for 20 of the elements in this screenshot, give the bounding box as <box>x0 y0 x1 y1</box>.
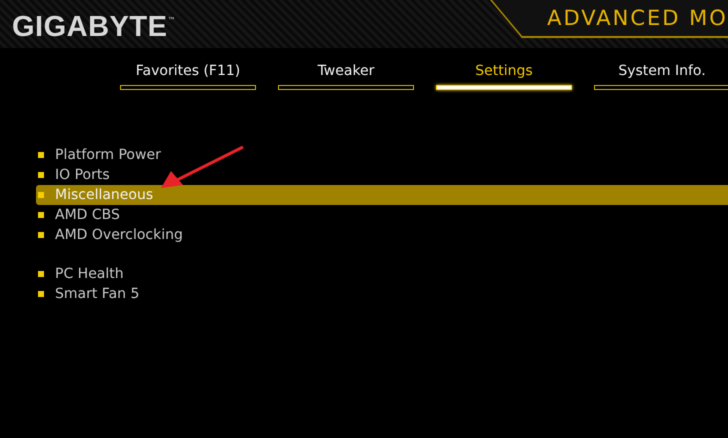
mode-title: ADVANCED MO <box>546 6 728 30</box>
bullet-icon <box>38 172 44 178</box>
bullet-icon <box>38 271 44 277</box>
tab[interactable]: Tweaker <box>275 63 417 94</box>
menu-item[interactable]: AMD CBS <box>36 205 728 225</box>
menu-item[interactable]: Platform Power <box>36 145 728 165</box>
menu-item[interactable]: IO Ports <box>36 165 728 185</box>
bullet-icon <box>38 212 44 218</box>
menu-item[interactable]: Smart Fan 5 <box>36 284 728 304</box>
bullet-icon <box>38 291 44 297</box>
bullet-icon <box>38 152 44 158</box>
menu-item[interactable]: PC Health <box>36 264 728 284</box>
trademark-mark: ™ <box>167 16 176 25</box>
bullet-icon <box>38 192 44 198</box>
tab[interactable]: System Info. <box>591 63 728 94</box>
menu-item[interactable]: AMD Overclocking <box>36 225 728 245</box>
bullet-icon <box>38 232 44 238</box>
brand-logo: GIGABYTE <box>12 10 168 44</box>
tab[interactable]: Favorites (F11) <box>117 63 259 94</box>
tab[interactable]: Settings <box>433 63 575 94</box>
